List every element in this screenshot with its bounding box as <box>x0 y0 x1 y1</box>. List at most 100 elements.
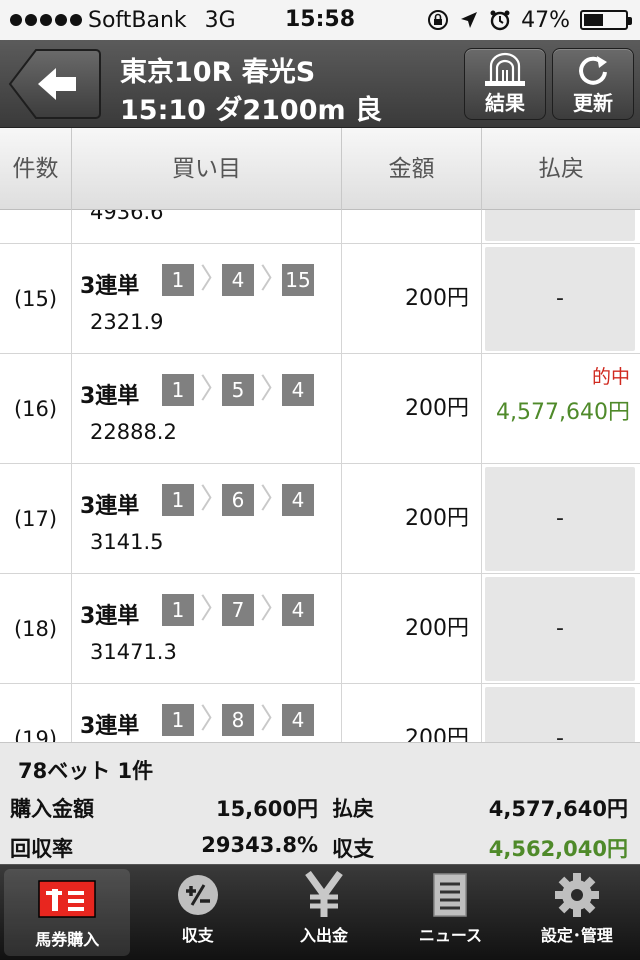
bet-type: 3連単 <box>80 604 140 629</box>
table-row[interactable]: (19) 3連単 1 〉 8 〉 4 200円 - <box>0 684 640 742</box>
recovery-value: 29343.8% <box>201 833 318 857</box>
race-subtitle: 15:10 ダ2100m 良 <box>120 95 383 126</box>
table-row[interactable]: (15) 3連単 1 〉 4 〉 15 2321.9 200円 - <box>0 244 640 354</box>
back-arrow-icon <box>8 49 101 119</box>
bet-type: 3連単 <box>80 494 140 519</box>
odds-value: 22888.2 <box>90 420 177 444</box>
alarm-icon <box>490 10 510 31</box>
location-icon <box>461 12 478 28</box>
bet-cell: 3連単 1 〉 6 〉 4 3141.5 <box>72 464 342 574</box>
purchase-label: 購入金額 <box>10 797 94 821</box>
tab-ticket-purchase[interactable]: 馬券購入 <box>4 869 131 956</box>
payout-cell: - <box>482 244 640 354</box>
odds-value: 3141.5 <box>90 530 164 554</box>
summary-line-purchase: 購入金額 15,600円 払戻 4,577,640円 <box>0 793 640 833</box>
tab-label: 収支 <box>181 926 214 945</box>
bet-cell: 3連単 1 〉 7 〉 4 31471.3 <box>72 574 342 684</box>
horse-1: 1 <box>162 484 194 516</box>
hit-badge: 的中 <box>591 366 630 388</box>
tab-label: 馬券購入 <box>35 930 100 949</box>
payout-value: - <box>485 247 635 351</box>
amount-value: 200円 <box>342 244 482 354</box>
tab-label: ニュース <box>418 926 483 945</box>
payout-cell: 的中 4,577,640円 <box>482 354 640 464</box>
row-number: (19) <box>0 684 72 742</box>
result-label: 結果 <box>485 91 525 115</box>
horse-3: 4 <box>282 484 314 516</box>
battery-icon <box>580 10 632 30</box>
bet-type: 3連単 <box>80 384 140 409</box>
header-bet: 買い目 <box>72 128 342 210</box>
horse-2: 4 <box>222 264 254 296</box>
battery-fill <box>584 14 603 26</box>
ticket-icon <box>38 880 96 918</box>
horse-3: 4 <box>282 704 314 736</box>
bet-cell: 3連単 1 〉 8 〉 4 <box>72 684 342 742</box>
horse-2: 5 <box>222 374 254 406</box>
amount-value: 200円 <box>342 354 482 464</box>
gear-icon <box>554 873 599 917</box>
bet-cell: 3連単 1 〉 4 〉 15 2321.9 <box>72 244 342 354</box>
tab-deposit[interactable]: 入出金 <box>261 865 387 960</box>
payout-label: 払戻 <box>332 797 374 821</box>
payout-cell: - <box>482 464 640 574</box>
battery-percent: 47% <box>521 7 570 33</box>
table-row[interactable]: (17) 3連単 1 〉 6 〉 4 3141.5 200円 - <box>0 464 640 574</box>
odds-value: 31471.3 <box>90 640 177 664</box>
payout-cell: - <box>482 684 640 742</box>
horse-1: 1 <box>162 374 194 406</box>
nav-bar: 東京10R 春光S 15:10 ダ2100m 良 結果 更新 <box>0 40 640 128</box>
header-amount: 金額 <box>342 128 482 210</box>
bet-type: 3連単 <box>80 274 140 299</box>
row-number: (17) <box>0 464 72 574</box>
payout-total: 4,577,640円 <box>488 797 628 821</box>
table-row[interactable]: (18) 3連単 1 〉 7 〉 4 31471.3 200円 - <box>0 574 640 684</box>
header-payout: 払戻 <box>538 156 584 182</box>
purchase-value: 15,600円 <box>215 797 318 821</box>
horse-1: 1 <box>162 264 194 296</box>
rotation-lock-icon <box>428 10 449 30</box>
odds-value: 2321.9 <box>90 310 164 334</box>
race-title: 東京10R 春光S <box>120 57 316 88</box>
amount-value: 200円 <box>342 574 482 684</box>
plus-minus-icon <box>177 875 218 915</box>
odds-value: 4936.6 <box>90 210 164 224</box>
balance-label: 収支 <box>332 837 374 861</box>
document-icon <box>433 873 468 917</box>
table-header: 件数 買い目 金額 払戻 <box>0 128 640 210</box>
table-row[interactable]: (16) 3連単 1 〉 5 〉 4 22888.2 200円 的中 4,577… <box>0 354 640 464</box>
horse-3: 4 <box>282 374 314 406</box>
payout-value: 4,577,640円 <box>496 400 630 425</box>
tab-news[interactable]: ニュース <box>387 865 513 960</box>
tab-balance[interactable]: 収支 <box>134 865 260 960</box>
horse-3: 4 <box>282 594 314 626</box>
horse-1: 1 <box>162 594 194 626</box>
header-count: 件数 <box>0 128 72 210</box>
refresh-button[interactable]: 更新 <box>552 48 634 120</box>
table-row-partial: 4936.6 <box>0 210 640 244</box>
yen-icon <box>305 871 343 917</box>
tab-label: 入出金 <box>300 926 349 945</box>
bet-list[interactable]: 4936.6 (15) 3連単 1 〉 4 〉 15 2321.9 200円 -… <box>0 210 640 742</box>
row-number: (18) <box>0 574 72 684</box>
amount-value: 200円 <box>342 464 482 574</box>
podium-icon <box>485 52 525 86</box>
result-button[interactable]: 結果 <box>464 48 546 120</box>
back-button[interactable] <box>8 48 102 120</box>
tab-label: 設定･管理 <box>540 926 613 945</box>
tab-settings[interactable]: 設定･管理 <box>514 865 640 960</box>
payout-value: - <box>485 467 635 571</box>
horse-2: 6 <box>222 484 254 516</box>
payout-value: - <box>485 687 635 742</box>
horse-3: 15 <box>282 264 314 296</box>
recovery-label: 回収率 <box>10 837 73 861</box>
horse-1: 1 <box>162 704 194 736</box>
horse-2: 7 <box>222 594 254 626</box>
bet-cell: 3連単 1 〉 5 〉 4 22888.2 <box>72 354 342 464</box>
refresh-icon <box>579 56 607 85</box>
row-number: (15) <box>0 244 72 354</box>
summary-panel: 78ベット 1件 購入金額 15,600円 払戻 4,577,640円 回収率 … <box>0 742 640 864</box>
payout-value: - <box>485 577 635 681</box>
horse-2: 8 <box>222 704 254 736</box>
bet-type: 3連単 <box>80 714 140 739</box>
